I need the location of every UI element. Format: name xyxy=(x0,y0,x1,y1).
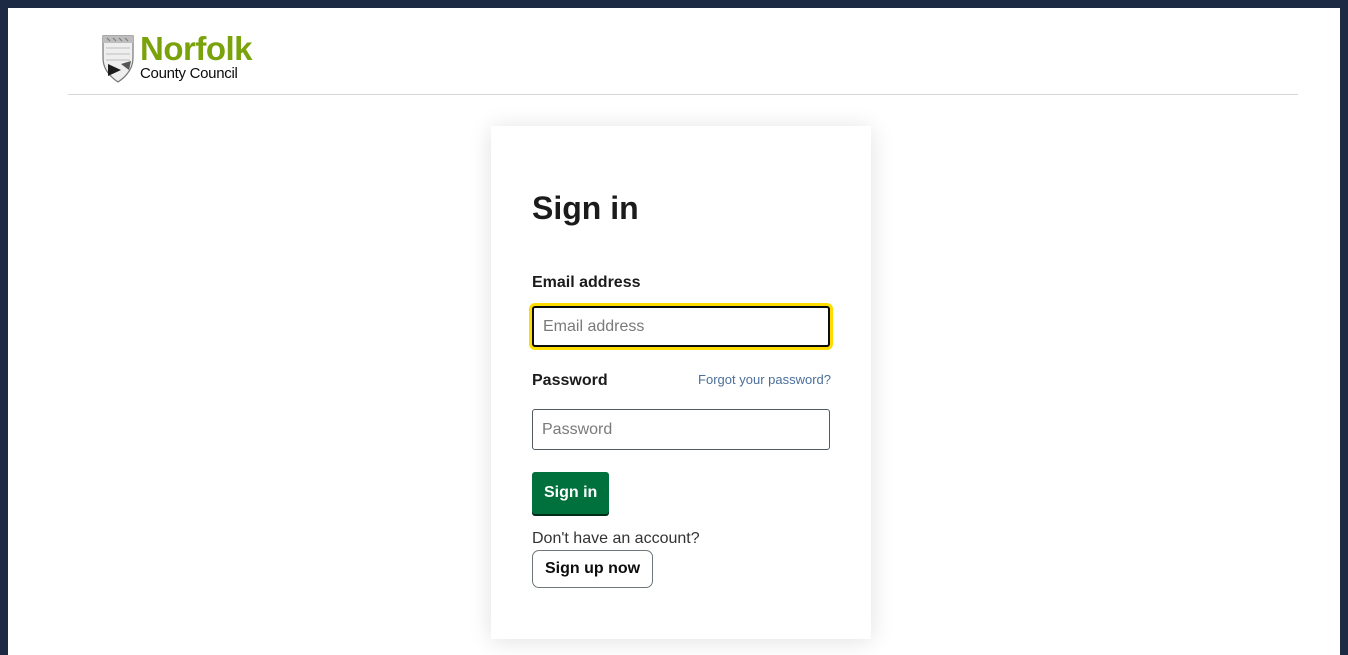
email-field[interactable] xyxy=(532,306,830,347)
sign-up-button[interactable]: Sign up now xyxy=(532,550,654,588)
sign-in-button[interactable]: Sign in xyxy=(532,472,610,514)
password-label: Password xyxy=(532,372,608,389)
window-frame: Norfolk County Council Sign in Email add… xyxy=(0,0,1348,655)
norfolk-crest-icon xyxy=(102,35,134,83)
site-header: Norfolk County Council xyxy=(68,16,1298,95)
page-title: Sign in xyxy=(532,190,639,226)
password-field[interactable] xyxy=(532,409,830,450)
signin-card: Sign in Email address Password Forgot yo… xyxy=(491,126,871,639)
forgot-password-link[interactable]: Forgot your password? xyxy=(691,372,831,387)
email-label: Email address xyxy=(532,274,641,291)
logo-name: Norfolk xyxy=(140,30,253,67)
norfolk-logo[interactable]: Norfolk County Council xyxy=(100,30,253,84)
no-account-text: Don't have an account? xyxy=(532,530,700,547)
logo-subtitle: County Council xyxy=(140,65,238,82)
